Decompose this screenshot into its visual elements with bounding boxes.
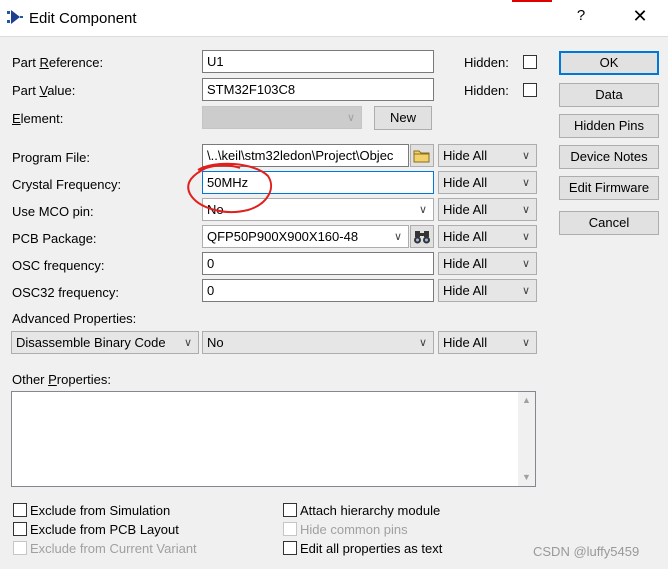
pcb-package-label: PCB Package: [12, 231, 97, 246]
chevron-down-icon: ∨ [521, 150, 530, 162]
osc-frequency-visibility-select[interactable]: Hide All ∨ [438, 252, 537, 275]
annotation-circle [187, 162, 273, 214]
exclude-variant-label: Exclude from Current Variant [30, 541, 197, 556]
attach-hierarchy-checkbox[interactable] [283, 503, 297, 517]
advanced-property-select[interactable]: Disassemble Binary Code ∨ [11, 331, 199, 354]
osc-frequency-label: OSC frequency: [12, 258, 105, 273]
chevron-down-icon: ∨ [346, 112, 355, 124]
folder-icon [413, 150, 430, 163]
background-red-mark [512, 0, 552, 2]
element-label: Element: [12, 111, 64, 126]
crystal-frequency-visibility-select[interactable]: Hide All ∨ [438, 171, 537, 194]
other-properties-textarea[interactable]: ▲ ▼ [11, 391, 536, 487]
other-properties-label: Other Properties: [12, 372, 111, 387]
pcb-package-select[interactable]: QFP50P900X900X160-48 ∨ [202, 225, 409, 248]
help-button[interactable]: ? [571, 7, 591, 29]
chevron-down-icon: ∨ [521, 204, 530, 216]
exclude-pcb-label: Exclude from PCB Layout [30, 522, 179, 537]
binoculars-icon [414, 231, 430, 244]
use-mco-pin-visibility-select[interactable]: Hide All ∨ [438, 198, 537, 221]
vertical-scrollbar[interactable]: ▲ ▼ [518, 392, 535, 486]
part-value-hidden-label: Hidden: [464, 83, 509, 98]
exclude-pcb-checkbox[interactable] [13, 522, 27, 536]
part-value-input[interactable]: STM32F103C8 [202, 78, 434, 101]
window-title: Edit Component [29, 10, 137, 27]
part-reference-input[interactable]: U1 [202, 50, 434, 73]
use-mco-pin-label: Use MCO pin: [12, 204, 94, 219]
advanced-visibility-select[interactable]: Hide All ∨ [438, 331, 537, 354]
close-button[interactable]: ✕ [629, 6, 651, 30]
chevron-down-icon: ∨ [521, 285, 530, 297]
new-element-button[interactable]: New [374, 106, 432, 130]
scroll-up-icon[interactable]: ▲ [518, 392, 535, 409]
package-browser-button[interactable] [410, 225, 434, 248]
chevron-down-icon: ∨ [183, 337, 192, 349]
advanced-properties-label: Advanced Properties: [12, 311, 137, 326]
part-reference-label: Part Reference: [12, 55, 104, 70]
pcb-package-visibility-select[interactable]: Hide All ∨ [438, 225, 537, 248]
scroll-down-icon[interactable]: ▼ [518, 469, 535, 486]
osc32-frequency-input[interactable]: 0 [202, 279, 434, 302]
chevron-down-icon: ∨ [418, 204, 427, 216]
data-button[interactable]: Data [559, 83, 659, 107]
ok-button[interactable]: OK [559, 51, 659, 75]
attach-hierarchy-label: Attach hierarchy module [300, 503, 441, 518]
exclude-variant-checkbox[interactable] [13, 541, 27, 555]
exclude-simulation-checkbox[interactable] [13, 503, 27, 517]
advanced-value-select[interactable]: No ∨ [202, 331, 434, 354]
edit-all-text-label: Edit all properties as text [300, 541, 443, 556]
cancel-button[interactable]: Cancel [559, 211, 659, 235]
browse-file-button[interactable] [410, 144, 434, 167]
program-file-label: Program File: [12, 150, 91, 165]
device-notes-button[interactable]: Device Notes [559, 145, 659, 169]
element-select[interactable]: ∨ [202, 106, 362, 129]
osc32-frequency-visibility-select[interactable]: Hide All ∨ [438, 279, 537, 302]
chevron-down-icon: ∨ [521, 231, 530, 243]
component-icon [7, 10, 23, 24]
edit-firmware-button[interactable]: Edit Firmware [559, 176, 659, 200]
chevron-down-icon: ∨ [418, 337, 427, 349]
hidden-pins-button[interactable]: Hidden Pins [559, 114, 659, 138]
part-value-hidden-checkbox[interactable] [523, 83, 537, 97]
chevron-down-icon: ∨ [521, 177, 530, 189]
crystal-frequency-label: Crystal Frequency: [12, 177, 122, 192]
part-value-label: Part Value: [12, 83, 76, 98]
exclude-simulation-label: Exclude from Simulation [30, 503, 171, 518]
program-file-visibility-select[interactable]: Hide All ∨ [438, 144, 537, 167]
osc32-frequency-label: OSC32 frequency: [12, 285, 119, 300]
osc-frequency-input[interactable]: 0 [202, 252, 434, 275]
hide-common-pins-checkbox[interactable] [283, 522, 297, 536]
part-reference-hidden-checkbox[interactable] [523, 55, 537, 69]
chevron-down-icon: ∨ [393, 231, 402, 243]
watermark: CSDN @luffy5459 [533, 544, 640, 559]
hide-common-pins-label: Hide common pins [300, 522, 408, 537]
chevron-down-icon: ∨ [521, 337, 530, 349]
chevron-down-icon: ∨ [521, 258, 530, 270]
edit-all-text-checkbox[interactable] [283, 541, 297, 555]
title-bar: Edit Component ? ✕ [0, 0, 668, 36]
part-reference-hidden-label: Hidden: [464, 55, 509, 70]
